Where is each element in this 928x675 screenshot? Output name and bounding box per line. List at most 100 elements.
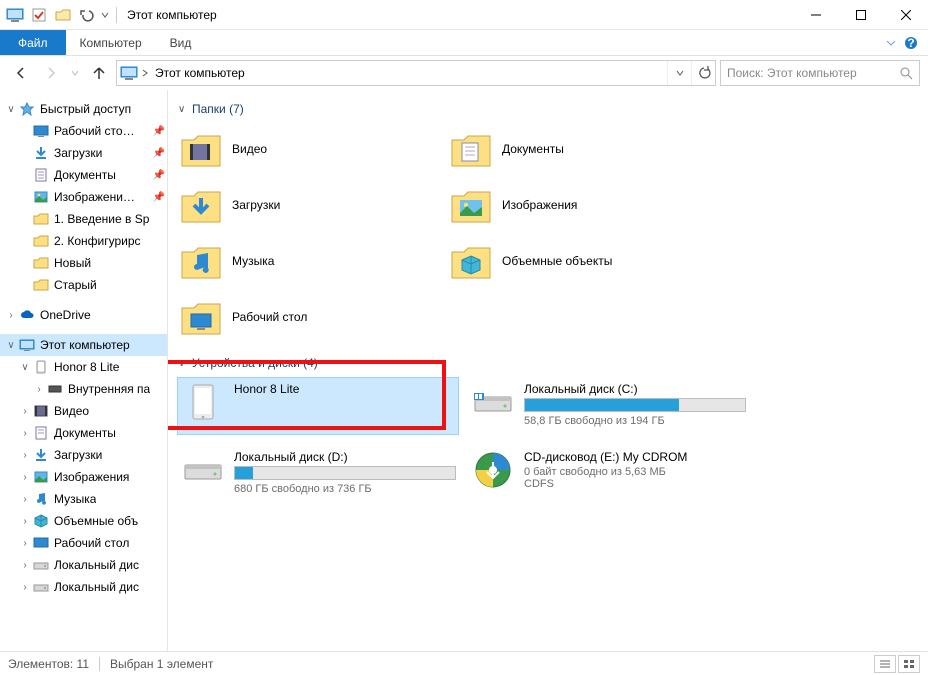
drive-label: Локальный диск (D:) (234, 450, 456, 464)
folder-3d-objects[interactable]: Объемные объекты (448, 236, 698, 286)
search-icon (899, 66, 913, 80)
drive-usage-bar (524, 398, 746, 412)
sidebar-item-label: Локальный дис (54, 558, 139, 572)
address-dropdown-icon[interactable] (667, 61, 691, 85)
sidebar-item-label: Быстрый доступ (40, 102, 131, 116)
cloud-icon (18, 307, 36, 323)
sidebar-item-internal-storage[interactable]: ›Внутренняя па (0, 378, 167, 400)
sidebar-item-label: Объемные объ (54, 514, 138, 528)
sidebar-item-3d-objects[interactable]: ›Объемные объ (0, 510, 167, 532)
sidebar-item-quick-access[interactable]: ∨Быстрый доступ (0, 98, 167, 120)
sidebar-item-label: Загрузки (54, 146, 102, 160)
qat-dropdown-icon[interactable] (100, 4, 110, 26)
sidebar-item-downloads[interactable]: ›Загрузки (0, 444, 167, 466)
sidebar-item-folder[interactable]: ▸Старый (0, 274, 167, 296)
window-controls (793, 0, 928, 30)
folder-label: Изображения (502, 198, 577, 212)
pin-icon: 📌 (150, 192, 165, 203)
sidebar-item-folder[interactable]: ▸2. Конфигурирс (0, 230, 167, 252)
navigation-bar: Этот компьютер Поиск: Этот компьютер (0, 56, 928, 90)
maximize-button[interactable] (838, 0, 883, 30)
new-folder-icon[interactable] (52, 4, 74, 26)
folder-videos[interactable]: Видео (178, 124, 428, 174)
group-header-drives[interactable]: ∨Устройства и диски (4) (178, 356, 928, 370)
sidebar-item-desktop[interactable]: ▸Рабочий сто…📌 (0, 120, 167, 142)
sidebar-item-label: Документы (54, 168, 116, 182)
sidebar-item-downloads[interactable]: ▸Загрузки📌 (0, 142, 167, 164)
folder-pictures[interactable]: Изображения (448, 180, 698, 230)
drive-honor[interactable]: Honor 8 Lite (178, 378, 458, 434)
sidebar-item-onedrive[interactable]: ›OneDrive (0, 304, 167, 326)
sidebar-item-documents[interactable]: ▸Документы📌 (0, 164, 167, 186)
sidebar-item-videos[interactable]: ›Видео (0, 400, 167, 422)
sidebar-item-this-pc[interactable]: ∨Этот компьютер (0, 334, 167, 356)
folder-label: Документы (502, 142, 564, 156)
details-view-button[interactable] (874, 655, 896, 673)
drive-cd[interactable]: CD-дисковод (E:) My CDROM 0 байт свободн… (468, 446, 748, 502)
folder-downloads[interactable]: Загрузки (178, 180, 428, 230)
sidebar-item-drive-d[interactable]: ›Локальный дис (0, 576, 167, 598)
sidebar-item-pictures[interactable]: ▸Изображени…📌 (0, 186, 167, 208)
sidebar-item-label: Загрузки (54, 448, 102, 462)
sidebar-item-music[interactable]: ›Музыка (0, 488, 167, 510)
tab-view[interactable]: Вид (156, 30, 206, 55)
sidebar-item-label: OneDrive (40, 308, 91, 322)
sidebar-item-desktop[interactable]: ›Рабочий стол (0, 532, 167, 554)
window-title: Этот компьютер (127, 8, 217, 22)
folder-documents[interactable]: Документы (448, 124, 698, 174)
drive-usage-bar (234, 466, 456, 480)
forward-button[interactable] (38, 60, 64, 86)
video-folder-icon (178, 126, 224, 172)
group-header-label: Папки (7) (192, 102, 244, 116)
sidebar-item-label: Музыка (54, 492, 96, 506)
drive-fs-label: CDFS (524, 478, 746, 490)
drive-label: Honor 8 Lite (234, 382, 456, 396)
checkbox-icon[interactable] (28, 4, 50, 26)
drive-label: Локальный диск (C:) (524, 382, 746, 396)
close-button[interactable] (883, 0, 928, 30)
sidebar-item-documents[interactable]: ›Документы (0, 422, 167, 444)
folder-label: Объемные объекты (502, 254, 612, 268)
sidebar-item-label: Документы (54, 426, 116, 440)
minimize-button[interactable] (793, 0, 838, 30)
recent-dropdown[interactable] (68, 60, 82, 86)
phone-icon (32, 359, 50, 375)
cd-drive-icon (470, 450, 516, 490)
breadcrumb[interactable]: Этот компьютер (149, 61, 251, 85)
cube-icon (32, 513, 50, 529)
folder-desktop[interactable]: Рабочий стол (178, 292, 428, 342)
sidebar-item-label: 2. Конфигурирс (54, 234, 141, 248)
document-icon (32, 425, 50, 441)
tab-file[interactable]: Файл (0, 30, 66, 55)
music-folder-icon (178, 238, 224, 284)
search-input[interactable]: Поиск: Этот компьютер (720, 60, 920, 86)
folder-label: Загрузки (232, 198, 280, 212)
folder-music[interactable]: Музыка (178, 236, 428, 286)
drive-c[interactable]: Локальный диск (C:) 58,8 ГБ свободно из … (468, 378, 748, 434)
refresh-button[interactable] (691, 61, 715, 85)
back-button[interactable] (8, 60, 34, 86)
ribbon-expand-icon[interactable] (886, 38, 896, 48)
sidebar-item-drive-c[interactable]: ›Локальный дис (0, 554, 167, 576)
pin-icon: 📌 (150, 148, 165, 159)
downloads-folder-icon (178, 182, 224, 228)
sidebar-item-pictures[interactable]: ›Изображения (0, 466, 167, 488)
this-pc-icon (117, 66, 141, 80)
svg-text:?: ? (907, 36, 914, 50)
address-bar[interactable]: Этот компьютер (116, 60, 716, 86)
sidebar-item-folder[interactable]: ▸1. Введение в Sp (0, 208, 167, 230)
sidebar-item-label: Рабочий стол (54, 536, 129, 550)
sidebar-item-folder[interactable]: ▸Новый (0, 252, 167, 274)
undo-icon[interactable] (76, 4, 98, 26)
help-icon[interactable]: ? (904, 36, 918, 50)
drive-free-label: 58,8 ГБ свободно из 194 ГБ (524, 415, 746, 427)
tab-computer[interactable]: Компьютер (66, 30, 156, 55)
folder-label: Видео (232, 142, 267, 156)
icons-view-button[interactable] (898, 655, 920, 673)
drive-d[interactable]: Локальный диск (D:) 680 ГБ свободно из 7… (178, 446, 458, 502)
group-header-folders[interactable]: ∨Папки (7) (178, 102, 928, 116)
sidebar-item-honor[interactable]: ∨Honor 8 Lite (0, 356, 167, 378)
breadcrumb-chevron-icon[interactable] (141, 69, 149, 77)
up-button[interactable] (86, 60, 112, 86)
titlebar: Этот компьютер (0, 0, 928, 30)
